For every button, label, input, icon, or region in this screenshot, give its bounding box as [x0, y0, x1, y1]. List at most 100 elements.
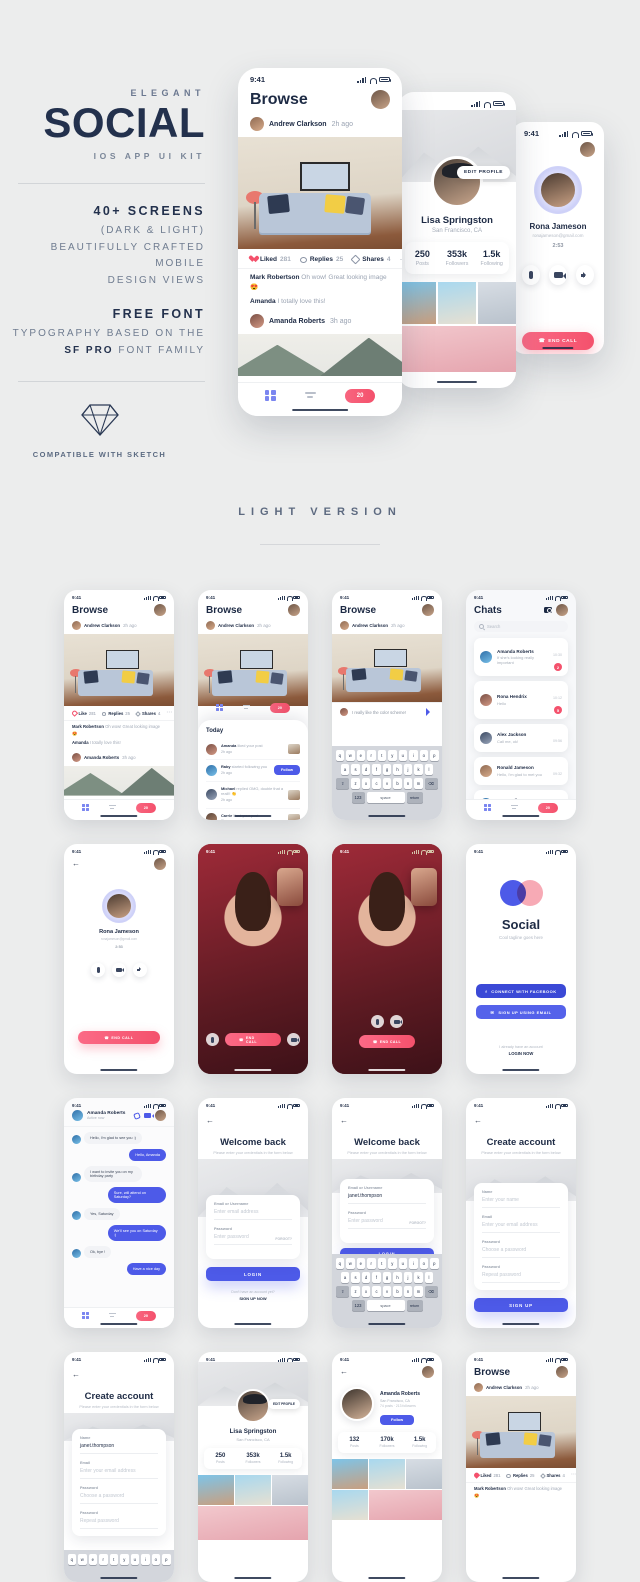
screen-chats-list[interactable]: 9:41 Chats Search Amanda Roberts If she'…: [466, 590, 576, 820]
avatar[interactable]: [371, 90, 390, 109]
screen-browse-feed[interactable]: 9:41 Browse Andrew Clarkson 2h ago Like …: [64, 590, 174, 820]
shares-button[interactable]: Shares 4: [350, 254, 391, 265]
like-button[interactable]: Liked 281: [250, 256, 291, 263]
password-repeat-input[interactable]: Repeat password: [80, 1515, 158, 1529]
signup-now-link[interactable]: SIGN UP NOW: [198, 1296, 308, 1301]
key[interactable]: r: [367, 1258, 376, 1269]
key[interactable]: w: [346, 750, 355, 761]
key[interactable]: g: [382, 1272, 392, 1283]
key[interactable]: v: [382, 778, 392, 789]
post-image[interactable]: [64, 634, 174, 706]
avatar[interactable]: [250, 314, 264, 329]
name-input[interactable]: janet.thompson: [80, 1440, 158, 1454]
more-options-icon[interactable]: ⋯: [166, 710, 172, 715]
avatar[interactable]: [556, 1366, 568, 1378]
video-toggle-button[interactable]: [549, 265, 567, 285]
post-image[interactable]: [238, 334, 402, 377]
key[interactable]: a: [340, 764, 350, 775]
camera-icon[interactable]: [544, 607, 552, 614]
on-screen-keyboard[interactable]: q w e r t y u i o p a s d f g h j k l ⇧ …: [332, 746, 442, 820]
grid-photo[interactable]: [398, 282, 436, 324]
filter-tab-icon[interactable]: [242, 705, 250, 710]
follow-button[interactable]: Follow: [273, 765, 300, 776]
on-screen-keyboard[interactable]: q w e r t y u i o p a s d f g h j k l ⇧ …: [332, 1254, 442, 1328]
key[interactable]: d: [361, 1272, 371, 1283]
profile-avatar[interactable]: [431, 156, 483, 208]
avatar[interactable]: [250, 117, 264, 131]
notification-thumbnail[interactable]: [288, 813, 300, 820]
key[interactable]: p: [430, 1258, 439, 1269]
post-image[interactable]: [466, 1396, 576, 1468]
shift-key[interactable]: ⇧: [336, 1286, 350, 1297]
replies-button[interactable]: Replies 25: [506, 1473, 535, 1478]
key[interactable]: j: [403, 1272, 413, 1283]
screen-signup[interactable]: 9:41 ← Create account Please enter your …: [466, 1098, 576, 1328]
grid-tab-icon[interactable]: [264, 390, 276, 401]
notification-thumbnail[interactable]: [288, 789, 300, 800]
password-repeat-input[interactable]: Repeat password: [482, 1269, 560, 1283]
key[interactable]: t: [377, 750, 386, 761]
grid-photo[interactable]: [332, 1490, 368, 1520]
replies-button[interactable]: Replies 25: [101, 711, 130, 716]
key[interactable]: l: [424, 764, 434, 775]
replies-button[interactable]: Replies 25: [299, 256, 343, 263]
stat-posts[interactable]: 250 Posts: [405, 249, 440, 267]
return-key[interactable]: return: [406, 792, 423, 803]
key[interactable]: i: [409, 1258, 418, 1269]
edit-profile-button[interactable]: EDIT PROFILE: [268, 1399, 300, 1409]
key[interactable]: q: [335, 1258, 344, 1269]
grid-photo[interactable]: [398, 326, 516, 372]
back-arrow-icon[interactable]: ←: [72, 1370, 80, 1379]
mute-button[interactable]: [206, 1033, 219, 1046]
key[interactable]: e: [356, 1258, 365, 1269]
key[interactable]: y: [120, 1554, 129, 1565]
grid-tab-icon[interactable]: [215, 704, 223, 711]
grid-photo[interactable]: [198, 1506, 308, 1540]
back-arrow-icon[interactable]: ←: [206, 1116, 214, 1125]
end-call-button[interactable]: ☎ END CALL: [224, 1033, 282, 1046]
profile-avatar[interactable]: [340, 1387, 374, 1421]
key[interactable]: m: [414, 778, 423, 789]
key[interactable]: q: [67, 1554, 76, 1565]
post-image[interactable]: [64, 765, 174, 796]
numbers-key[interactable]: 123: [351, 1300, 365, 1311]
speaker-button[interactable]: [576, 265, 594, 285]
shares-button[interactable]: Shares 4: [135, 710, 160, 717]
list-item[interactable]: Rona Hendrix Hello 10:12 5: [474, 681, 568, 719]
signup-button[interactable]: SIGN UP: [474, 1298, 568, 1312]
login-button[interactable]: LOGIN: [206, 1267, 300, 1281]
key[interactable]: y: [388, 750, 397, 761]
key[interactable]: b: [393, 1286, 402, 1297]
grid-photo[interactable]: [369, 1490, 442, 1520]
stat-posts[interactable]: 250 Posts: [204, 1453, 237, 1464]
list-item[interactable]: Ronald Jameson Hello, I'm glad to met yo…: [474, 757, 568, 785]
video-call-icon[interactable]: [144, 1113, 154, 1118]
more-options-icon[interactable]: ⋯: [400, 255, 402, 263]
notifications-badge-button[interactable]: 20: [135, 1310, 157, 1321]
self-view-pip[interactable]: [411, 868, 437, 906]
key[interactable]: y: [388, 1258, 397, 1269]
space-key[interactable]: space: [366, 1300, 405, 1311]
filter-tab-icon[interactable]: [108, 805, 116, 810]
email-input[interactable]: Enter your email address: [482, 1219, 560, 1233]
screen-signup-filled[interactable]: 9:41 ← Create account Please enter your …: [64, 1352, 174, 1582]
key[interactable]: x: [361, 1286, 371, 1297]
screen-login-keyboard[interactable]: 9:41 ← Welcome back Please enter your cr…: [332, 1098, 442, 1328]
comment-input[interactable]: I really like the color scheme!: [352, 710, 422, 715]
key[interactable]: o: [151, 1554, 160, 1565]
avatar[interactable]: [154, 858, 166, 870]
key[interactable]: h: [393, 1272, 402, 1283]
stat-followers[interactable]: 353k Followers: [237, 1453, 270, 1464]
key[interactable]: z: [351, 778, 360, 789]
shift-key[interactable]: ⇧: [336, 778, 350, 789]
notifications-badge-button[interactable]: 20: [269, 702, 291, 713]
key[interactable]: h: [393, 764, 402, 775]
key[interactable]: k: [414, 764, 423, 775]
key[interactable]: g: [382, 764, 392, 775]
key[interactable]: c: [372, 778, 381, 789]
grid-photo[interactable]: [369, 1458, 405, 1489]
post-image[interactable]: [332, 634, 442, 702]
key[interactable]: f: [372, 1272, 381, 1283]
stat-following[interactable]: 1.5k Following: [474, 249, 509, 267]
end-call-button[interactable]: ☎ END CALL: [358, 1035, 416, 1048]
